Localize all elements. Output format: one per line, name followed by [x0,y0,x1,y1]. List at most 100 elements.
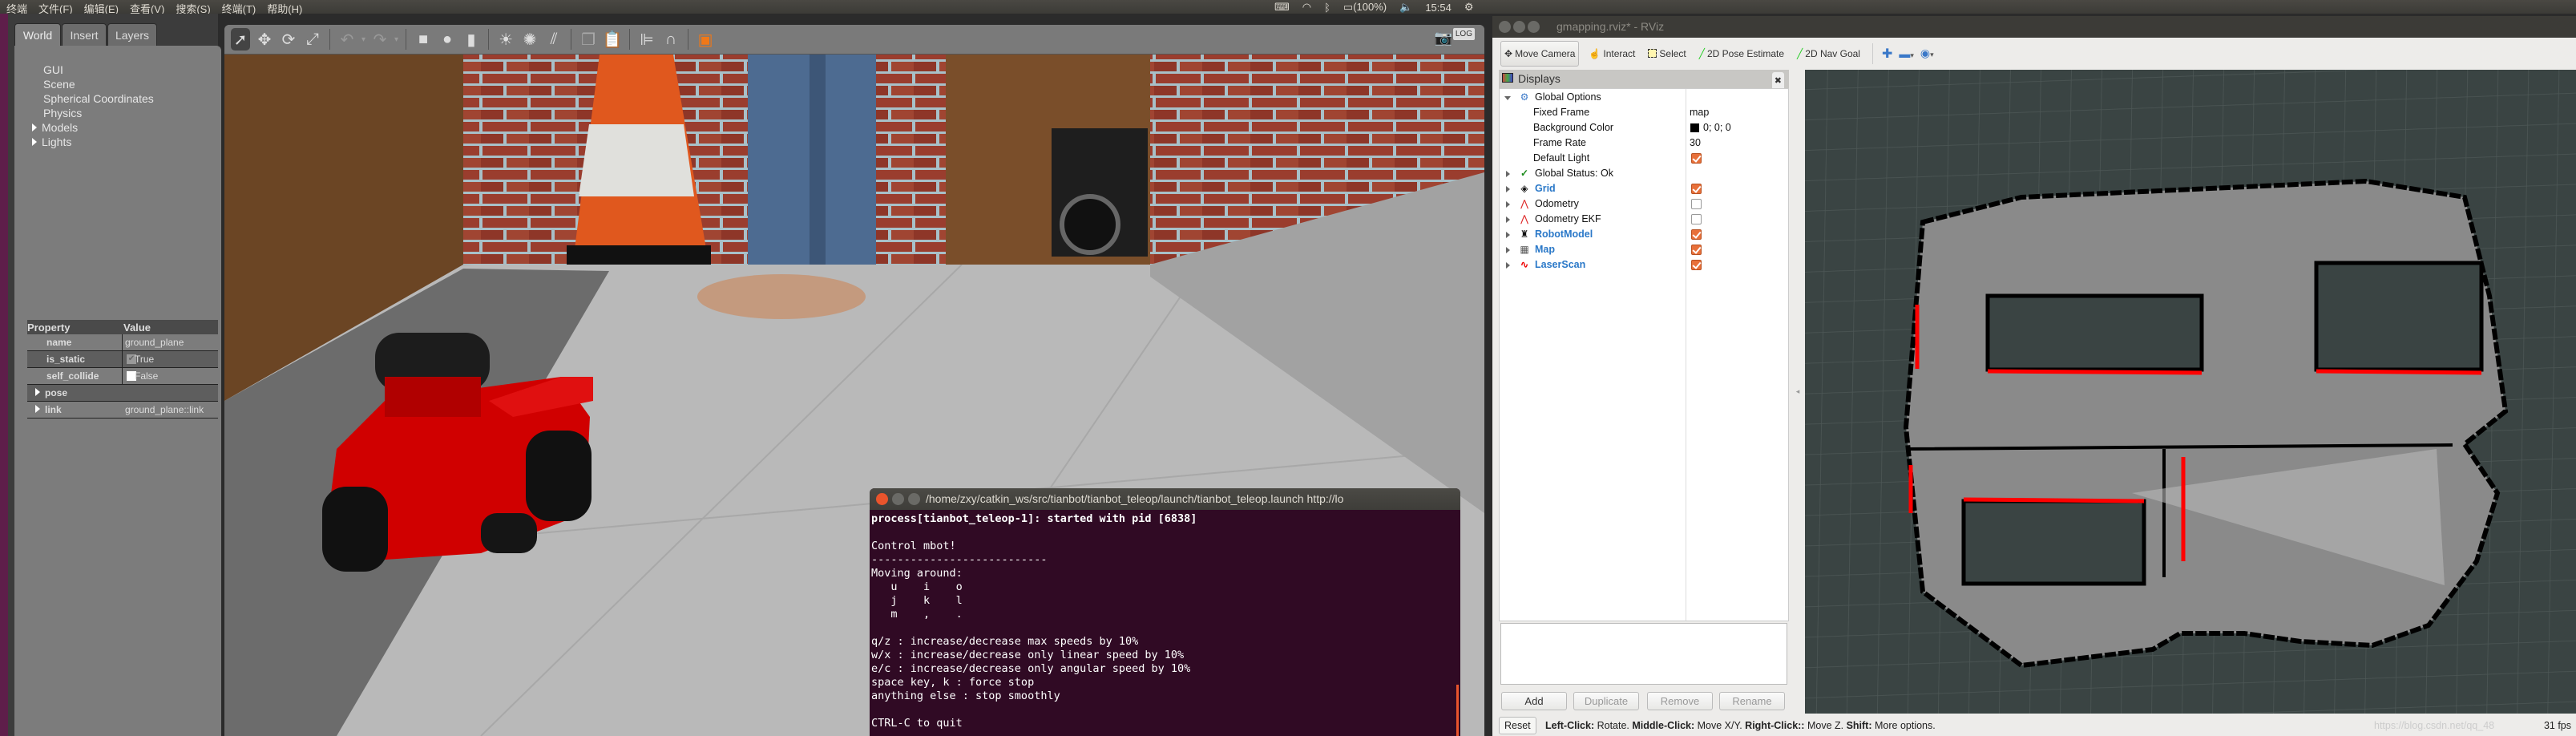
option-frame-rate[interactable]: Frame Rate 30 [1500,135,1788,151]
option-value[interactable]: 0; 0; 0 [1703,120,1731,135]
view-angle-cube-icon[interactable]: ▣ [696,28,715,51]
expand-arrow-icon[interactable] [1506,216,1510,223]
option-value[interactable]: map [1690,105,1709,120]
robotmodel-checkbox[interactable] [1691,229,1702,240]
close-icon[interactable] [1499,21,1511,33]
volume-icon[interactable]: 🔈 [1399,1,1412,14]
remove-tool-minus-icon[interactable]: ▬▾ [1899,47,1914,60]
paste-icon[interactable]: 📋 [603,28,623,51]
sphere-icon[interactable]: ● [438,28,457,51]
expand-arrow-icon[interactable] [35,405,40,413]
expand-arrow-icon[interactable] [1506,247,1510,253]
undo-icon[interactable]: ↶ [337,28,357,51]
minimize-icon[interactable] [892,493,904,505]
menu-help[interactable]: 帮助(H) [267,1,302,16]
display-global-options[interactable]: ⚙ Global Options [1500,90,1788,105]
laserscan-checkbox[interactable] [1691,260,1702,270]
close-icon[interactable] [876,493,888,505]
scale-icon[interactable]: ⤢ [303,28,322,51]
power-gear-icon[interactable]: ⚙ [1464,1,1474,14]
maximize-icon[interactable] [1528,21,1540,33]
option-background-color[interactable]: Background Color 0; 0; 0 [1500,120,1788,135]
display-odometry-ekf[interactable]: ⋀ Odometry EKF [1500,212,1788,227]
option-fixed-frame[interactable]: Fixed Frame map [1500,105,1788,120]
select-arrow-icon[interactable]: ➚ [231,28,250,51]
terminal-window[interactable]: /home/zxy/catkin_ws/src/tianbot/tianbot_… [870,488,1460,736]
tree-item-physics[interactable]: Physics [43,107,82,119]
add-button[interactable]: Add [1501,692,1567,710]
display-grid[interactable]: ◈ Grid [1500,181,1788,196]
odometry-checkbox[interactable] [1691,199,1702,209]
minimize-icon[interactable] [1513,21,1525,33]
tab-world[interactable]: World [14,23,61,46]
copy-icon[interactable]: ❐ [579,28,598,51]
box-icon[interactable]: ■ [414,28,433,51]
display-global-status[interactable]: ✓ Global Status: Ok [1500,166,1788,181]
default-light-checkbox[interactable] [1691,153,1702,164]
property-row-is-static[interactable]: is_static ✔ True [27,351,218,368]
reset-button[interactable]: Reset [1499,717,1536,734]
spot-light-icon[interactable]: ✺ [520,28,539,51]
color-swatch[interactable] [1690,123,1699,132]
point-light-icon[interactable]: ☀ [496,28,515,51]
tool-interact[interactable]: ☝ Interact [1585,41,1638,67]
property-row-pose[interactable]: pose [27,385,218,402]
tool-move-camera[interactable]: ✥ Move Camera [1500,40,1580,67]
directional-light-icon[interactable]: ⫽ [544,28,563,51]
tab-layers[interactable]: Layers [107,23,157,46]
tab-insert[interactable]: Insert [62,23,107,46]
rename-button[interactable]: Rename [1719,692,1785,710]
remove-button[interactable]: Remove [1647,692,1713,710]
undo-dropdown-icon[interactable]: ▾ [361,35,365,44]
expand-arrow-icon[interactable] [32,138,37,146]
terminal-scrollbar[interactable] [1456,685,1459,736]
map-checkbox[interactable] [1691,245,1702,255]
clock[interactable]: 15:54 [1425,2,1452,14]
option-default-light[interactable]: Default Light [1500,151,1788,166]
add-tool-plus-icon[interactable]: ✚ [1882,46,1892,62]
tree-item-gui[interactable]: GUI [43,63,63,76]
property-row-self-collide[interactable]: self_collide False [27,368,218,385]
maximize-icon[interactable] [908,493,920,505]
expand-arrow-icon[interactable] [1506,171,1510,177]
duplicate-button[interactable]: Duplicate [1573,692,1639,710]
expand-arrow-icon[interactable] [1506,262,1510,269]
grid-checkbox[interactable] [1691,184,1702,194]
redo-dropdown-icon[interactable]: ▾ [394,35,398,44]
expand-arrow-icon[interactable] [32,123,37,131]
expand-arrow-icon[interactable] [1506,186,1510,192]
tool-select[interactable]: Select [1645,41,1689,67]
translate-icon[interactable]: ✥ [255,28,274,51]
rotate-icon[interactable]: ⟳ [279,28,298,51]
display-robotmodel[interactable]: ♜ RobotModel [1500,227,1788,242]
option-value[interactable]: 30 [1690,135,1701,151]
display-map[interactable]: ▦ Map [1500,242,1788,257]
panel-splitter[interactable]: ◂ [1792,70,1803,714]
expand-arrow-icon[interactable] [1506,201,1510,208]
tree-item-lights[interactable]: Lights [32,135,73,148]
log-icon[interactable]: LOG [1452,28,1475,40]
property-row-name[interactable]: name ground_plane [27,334,218,351]
display-laserscan[interactable]: ∿ LaserScan [1500,257,1788,273]
tool-2d-pose-estimate[interactable]: ╱ 2D Pose Estimate [1696,41,1787,67]
terminal-output[interactable]: process[tianbot_teleop-1]: started with … [870,510,1460,733]
collapse-arrow-icon[interactable] [1504,96,1511,100]
menu-terminal[interactable]: 终端(T) [222,1,256,16]
odometry-ekf-checkbox[interactable] [1691,214,1702,224]
screenshot-camera-icon[interactable]: 📷 [1435,30,1452,47]
keyboard-icon[interactable]: ⌨ [1274,1,1290,14]
view-eye-icon[interactable]: ◉▾ [1920,47,1934,60]
expand-arrow-icon[interactable] [1506,232,1510,238]
property-row-link[interactable]: link ground_plane::link [27,402,218,419]
rviz-3d-view[interactable] [1805,70,2576,714]
battery-icon[interactable]: ▭(100%) [1343,1,1387,14]
expand-arrow-icon[interactable] [35,388,40,396]
align-icon[interactable]: ⊫ [637,28,656,51]
display-odometry[interactable]: ⋀ Odometry [1500,196,1788,212]
tree-item-models[interactable]: Models [32,121,79,134]
wifi-icon[interactable]: ◠ [1302,1,1311,14]
redo-icon[interactable]: ↷ [370,28,390,51]
bluetooth-icon[interactable]: ᛒ [1324,2,1330,14]
cylinder-icon[interactable]: ▮ [462,28,481,51]
tree-item-spherical-coordinates[interactable]: Spherical Coordinates [43,92,154,105]
